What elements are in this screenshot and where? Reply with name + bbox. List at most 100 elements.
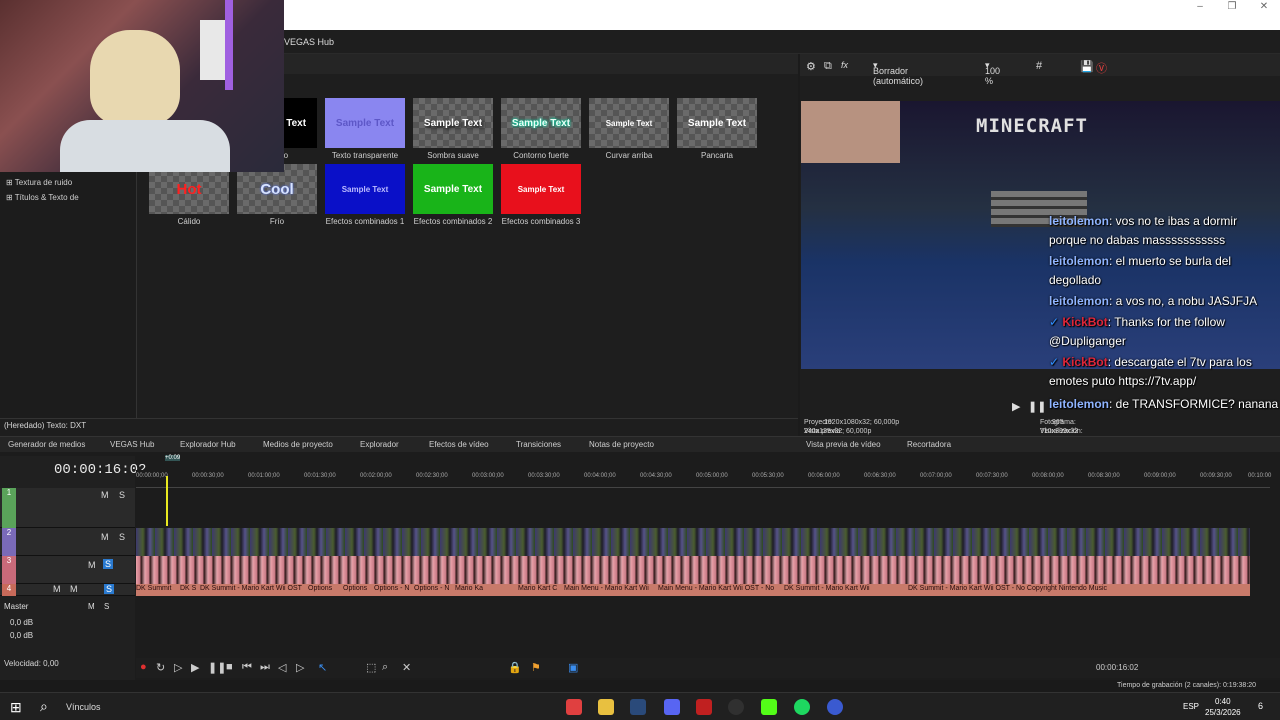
- play-from-start-button[interactable]: ▷: [174, 661, 182, 674]
- vegas-app-icon[interactable]: [827, 699, 843, 715]
- solo-button[interactable]: S: [119, 532, 125, 542]
- minimize-button[interactable]: –: [1184, 0, 1216, 14]
- preset-curve-up[interactable]: Sample Text Curvar arriba: [589, 98, 669, 160]
- notification-count[interactable]: 6: [1258, 701, 1263, 711]
- edit-tool-icon[interactable]: ↖: [318, 661, 327, 674]
- snapping-icon[interactable]: ▣: [568, 661, 578, 674]
- solo-button[interactable]: S: [119, 490, 125, 500]
- zoom-dropdown[interactable]: 100 % ▾: [985, 60, 1000, 86]
- preset-combined-1[interactable]: Sample Text Efectos combinados 1: [325, 164, 405, 226]
- tab-media-generator[interactable]: Generador de medios: [8, 440, 85, 449]
- menu-item-vegas-hub[interactable]: VEGAS Hub: [284, 37, 334, 47]
- tab-project-notes[interactable]: Notas de proyecto: [589, 440, 654, 449]
- video-track-clips[interactable]: [136, 528, 1250, 556]
- mute-button[interactable]: M: [101, 532, 109, 542]
- search-icon[interactable]: ⌕: [40, 698, 48, 715]
- tab-project-media[interactable]: Medios de proyecto: [263, 440, 333, 449]
- preset-strong-outline[interactable]: Sample Text Contorno fuerte: [501, 98, 581, 160]
- tree-item-noise-texture[interactable]: ⊞ Textura de ruido: [6, 178, 72, 187]
- marker-icon[interactable]: ⚑: [531, 661, 541, 674]
- timeline-ruler[interactable]: 00:00:00;00 00:00:30;00 00:01:00;00 00:0…: [136, 470, 1271, 488]
- tab-hub-explorer[interactable]: Explorador Hub: [180, 440, 236, 449]
- track-header-4[interactable]: 4 M M S: [0, 584, 135, 596]
- save-snapshot-icon[interactable]: 💾: [1080, 60, 1094, 73]
- taskbar-search[interactable]: Vínculos: [66, 702, 101, 712]
- clock-time[interactable]: 0:40: [1215, 697, 1231, 706]
- file-explorer-icon[interactable]: [598, 699, 614, 715]
- record-button[interactable]: M: [70, 584, 78, 594]
- tree-item-titles-text[interactable]: ⊞ Títulos & Texto de: [6, 193, 79, 202]
- mute-button[interactable]: M: [53, 584, 61, 594]
- preview-pause-button[interactable]: ❚❚: [1028, 400, 1046, 413]
- stop-button[interactable]: ■: [226, 661, 233, 673]
- tab-vegas-hub[interactable]: VEGAS Hub: [110, 440, 154, 449]
- stream-app-icon[interactable]: [696, 699, 712, 715]
- tab-transitions[interactable]: Transiciones: [516, 440, 561, 449]
- preset-transparent-text[interactable]: Sample Text Texto transparente: [325, 98, 405, 160]
- pause-button[interactable]: ❚❚: [208, 661, 226, 674]
- record-button[interactable]: ●: [140, 661, 147, 673]
- loop-button[interactable]: ↻: [156, 661, 165, 674]
- clip-label: Main Menu - Mario Kart Wii OST - No: [658, 585, 775, 592]
- preview-play-button[interactable]: ▶: [1012, 400, 1020, 413]
- cursor-time: 00:00:16:02: [1096, 663, 1139, 672]
- track-header-1[interactable]: 1 M S: [0, 488, 135, 528]
- chat-line: leitolemon: vos no te ibas a dormir: [1049, 214, 1238, 228]
- solo-button[interactable]: S: [104, 584, 115, 594]
- preset-banner[interactable]: Sample Text Pancarta: [677, 98, 757, 160]
- zoom-tool-icon[interactable]: ⌕: [382, 661, 388, 674]
- generator-status-text: (Heredado) Texto: DXT: [4, 421, 87, 430]
- tab-video-preview[interactable]: Vista previa de vídeo: [806, 440, 881, 449]
- music-track-clips[interactable]: DK Summit DK S DK Summit - Mario Kart Wi…: [136, 584, 1250, 596]
- grid-icon[interactable]: #: [1036, 60, 1042, 72]
- tab-trimmer[interactable]: Recortadora: [907, 440, 951, 449]
- game-logo: MINECRAFT: [976, 115, 1088, 137]
- steam-icon[interactable]: [630, 699, 646, 715]
- playhead[interactable]: [166, 476, 168, 526]
- timeline-marker[interactable]: +0:09: [165, 455, 181, 461]
- fx-icon[interactable]: fx: [841, 60, 848, 70]
- delete-icon[interactable]: ✕: [402, 661, 411, 674]
- preset-combined-2[interactable]: Sample Text Efectos combinados 2: [413, 164, 493, 226]
- prev-frame-button[interactable]: ◁: [278, 661, 286, 674]
- obs-icon[interactable]: [728, 699, 744, 715]
- chrome-icon[interactable]: [566, 699, 582, 715]
- maximize-button[interactable]: ❐: [1216, 0, 1248, 14]
- close-button[interactable]: ✕: [1248, 0, 1280, 14]
- tab-explorer[interactable]: Explorador: [360, 440, 399, 449]
- spotify-icon[interactable]: [794, 699, 810, 715]
- preset-thumb: Sample Text: [589, 98, 669, 148]
- discord-icon[interactable]: [664, 699, 680, 715]
- track-header-3[interactable]: 3 M S: [0, 556, 135, 584]
- play-button[interactable]: ▶: [191, 661, 199, 674]
- vegas-icon[interactable]: Ⓥ: [1096, 60, 1107, 76]
- master-mute-button[interactable]: M: [88, 602, 95, 611]
- kick-icon[interactable]: [761, 699, 777, 715]
- language-indicator[interactable]: ESP: [1183, 702, 1199, 711]
- preview-toolbar: ⚙ ⧉ fx Borrador (automático) ▾ 100 % ▾ #…: [800, 54, 1280, 86]
- external-monitor-icon[interactable]: ⧉: [824, 60, 832, 73]
- audio-track-clips[interactable]: [136, 556, 1250, 584]
- lock-icon[interactable]: 🔒: [508, 661, 522, 674]
- clock-date[interactable]: 25/3/2026: [1205, 708, 1241, 717]
- chat-line: leitolemon: de TRANSFORMICE? nanana: [1049, 397, 1279, 411]
- mute-button[interactable]: M: [101, 490, 109, 500]
- clip-label: DK Summit - Mario Kart Wii: [784, 585, 870, 592]
- selection-tool-icon[interactable]: ⬚: [366, 661, 376, 674]
- settings-icon[interactable]: ⚙: [806, 60, 816, 73]
- preview-quality-dropdown[interactable]: Borrador (automático) ▾: [873, 60, 923, 86]
- next-frame-button[interactable]: ▷: [296, 661, 304, 674]
- mute-button[interactable]: M: [88, 560, 96, 570]
- track-header-2[interactable]: 2 M S: [0, 528, 135, 556]
- master-solo-button[interactable]: S: [104, 602, 109, 611]
- preset-thumb: Sample Text: [325, 164, 405, 214]
- go-to-start-button[interactable]: ⏮: [242, 661, 252, 674]
- preset-soft-shadow[interactable]: Sample Text Sombra suave: [413, 98, 493, 160]
- solo-button[interactable]: S: [103, 559, 114, 569]
- tab-video-effects[interactable]: Efectos de vídeo: [429, 440, 489, 449]
- windows-start-icon[interactable]: ⊞: [10, 699, 22, 716]
- preset-thumb: Sample Text: [413, 164, 493, 214]
- go-to-end-button[interactable]: ⏭: [260, 661, 270, 674]
- master-db-right: 0,0 dB: [10, 631, 34, 640]
- preset-combined-3[interactable]: Sample Text Efectos combinados 3: [501, 164, 581, 226]
